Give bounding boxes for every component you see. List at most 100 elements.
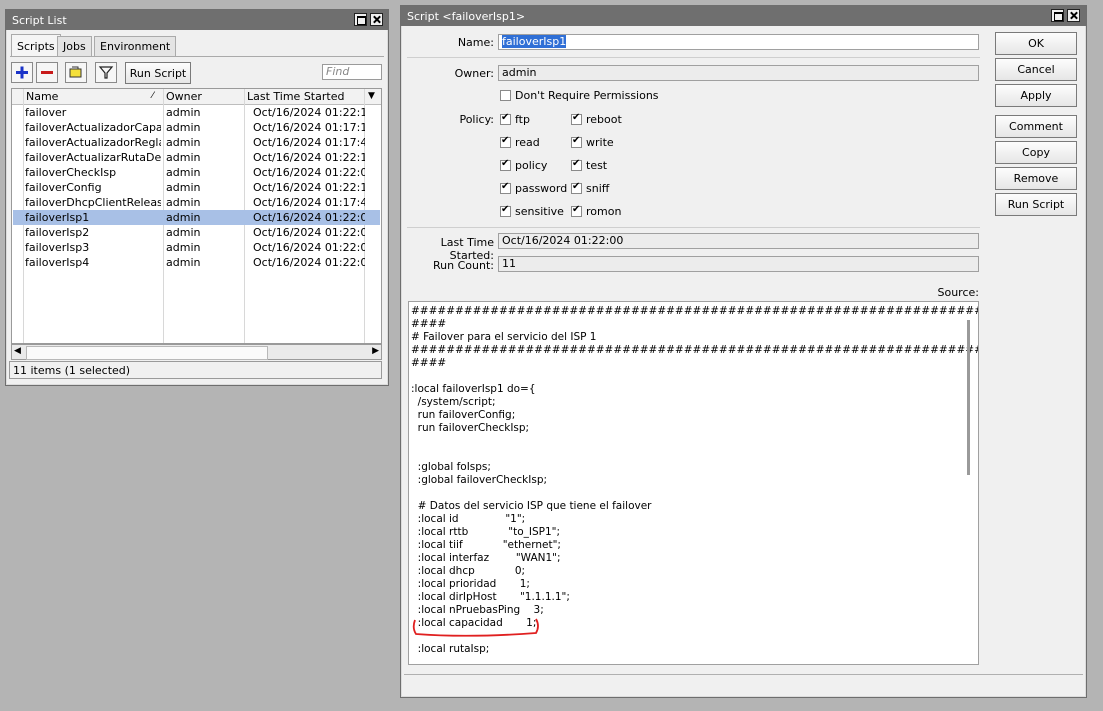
cell-last-time-started: Oct/16/2024 01:17:15 (253, 121, 365, 134)
table-row[interactable]: failoverActualizadorReglas... admin Oct/16… (13, 135, 380, 150)
table-row[interactable]: failoverIsp2 admin Oct/16/2024 01:22:00 (13, 225, 380, 240)
policy-sniff-checkbox[interactable] (571, 181, 582, 194)
cell-last-time-started: Oct/16/2024 01:17:45 (253, 136, 365, 149)
apply-button[interactable]: Apply (995, 84, 1077, 107)
policy-write-checkbox[interactable] (571, 135, 582, 148)
maximize-icon[interactable] (1051, 9, 1064, 22)
maximize-icon[interactable] (354, 13, 367, 26)
policy-sensitive-label: sensitive (515, 205, 564, 218)
policy-ftp-label: ftp (515, 113, 530, 126)
cell-owner: admin (166, 196, 201, 209)
cell-owner: admin (166, 151, 201, 164)
table-row[interactable]: failoverIsp3 admin Oct/16/2024 01:22:00 (13, 240, 380, 255)
cell-name: failoverIsp4 (25, 256, 90, 269)
editor-status-bar (404, 674, 1083, 695)
run-count-field[interactable]: 11 (498, 256, 979, 272)
divider (407, 57, 980, 58)
owner-field[interactable]: admin (498, 65, 979, 81)
cell-name: failover (25, 106, 67, 119)
dont-require-permissions-checkbox[interactable] (500, 90, 511, 101)
divider (407, 227, 980, 228)
cell-owner: admin (166, 136, 201, 149)
remove-button[interactable] (36, 62, 58, 83)
copy-button[interactable]: Copy (995, 141, 1077, 164)
cell-owner: admin (166, 121, 201, 134)
status-bar: 11 items (1 selected) (9, 361, 382, 379)
cancel-button[interactable]: Cancel (995, 58, 1077, 81)
tab-environment[interactable]: Environment (94, 36, 177, 56)
cell-name: failoverActualizadorCapaci... (25, 121, 161, 134)
source-label: Source: (937, 286, 980, 299)
policy-test-checkbox[interactable] (571, 158, 582, 171)
ok-button[interactable]: OK (995, 32, 1077, 55)
run-script-button[interactable]: Run Script (125, 62, 191, 84)
script-list-titlebar[interactable]: Script List (6, 10, 388, 30)
policy-reboot-label: reboot (586, 113, 622, 126)
name-field[interactable]: failoverIsp1 (498, 34, 979, 50)
table-row[interactable]: failoverDhcpClientRelease admin Oct/16/202… (13, 195, 380, 210)
table-row[interactable]: failoverActualizarRutaDefe... admin Oct/16… (13, 150, 380, 165)
name-label: Name: (457, 36, 494, 49)
cell-last-time-started: Oct/16/2024 01:22:00 (253, 166, 365, 179)
cell-last-time-started: Oct/16/2024 01:22:00 (253, 226, 365, 239)
scroll-left-icon[interactable]: ◀ (14, 346, 21, 356)
comment-button[interactable] (65, 62, 87, 83)
table-row[interactable]: failoverActualizadorCapaci... admin Oct/16… (13, 120, 380, 135)
policy-password-checkbox[interactable] (500, 181, 511, 194)
cell-owner: admin (166, 256, 201, 269)
cell-last-time-started: Oct/16/2024 01:22:15 (253, 106, 365, 119)
last-time-started-field[interactable]: Oct/16/2024 01:22:00 (498, 233, 979, 249)
close-icon[interactable] (1067, 9, 1080, 22)
column-name[interactable]: Name (26, 90, 58, 103)
cell-last-time-started: Oct/16/2024 01:22:00 (253, 211, 365, 224)
cell-name: failoverActualizarRutaDefe... (25, 151, 161, 164)
source-editor[interactable]: ########################################… (408, 301, 979, 665)
scripts-table: Name ⁄ Owner Last Time Started ▼ failove… (11, 88, 382, 344)
table-row[interactable]: failoverIsp4 admin Oct/16/2024 01:22:00 (13, 255, 380, 270)
name-value: failoverIsp1 (502, 35, 567, 48)
policy-read-checkbox[interactable] (500, 135, 511, 148)
sort-icon: ⁄ (152, 91, 154, 101)
script-editor-titlebar[interactable]: Script <failoverIsp1> (401, 6, 1086, 26)
scroll-thumb[interactable] (26, 346, 268, 360)
column-last-time-started[interactable]: Last Time Started (247, 90, 344, 103)
table-row[interactable]: failover admin Oct/16/2024 01:22:15 (13, 105, 380, 120)
run-script-button[interactable]: Run Script (995, 193, 1077, 216)
cell-last-time-started: Oct/16/2024 01:22:00 (253, 256, 365, 269)
comment-button[interactable]: Comment (995, 115, 1077, 138)
policy-reboot-checkbox[interactable] (571, 112, 582, 125)
table-row[interactable]: failoverCheckIsp admin Oct/16/2024 01:22:0… (13, 165, 380, 180)
cell-owner: admin (166, 241, 201, 254)
policy-romon-checkbox[interactable] (571, 204, 582, 217)
cell-owner: admin (166, 226, 201, 239)
find-input[interactable]: Find (322, 64, 382, 80)
remove-button[interactable]: Remove (995, 167, 1077, 190)
minus-icon (41, 71, 53, 74)
policy-ftp-checkbox[interactable] (500, 112, 511, 125)
column-owner[interactable]: Owner (166, 90, 202, 103)
table-row[interactable]: failoverConfig admin Oct/16/2024 01:22:15 (13, 180, 380, 195)
cell-name: failoverConfig (25, 181, 102, 194)
table-row[interactable]: failoverIsp1 admin Oct/16/2024 01:22:00 (13, 210, 380, 225)
policy-read-label: read (515, 136, 540, 149)
dont-require-permissions-label: Don't Require Permissions (515, 89, 659, 102)
policy-policy-checkbox[interactable] (500, 158, 511, 171)
policy-romon-label: romon (586, 205, 622, 218)
plus-icon (16, 66, 28, 79)
close-icon[interactable] (370, 13, 383, 26)
add-button[interactable] (11, 62, 33, 83)
scroll-right-icon[interactable]: ▶ (372, 346, 379, 356)
cell-name: failoverIsp2 (25, 226, 90, 239)
cell-name: failoverCheckIsp (25, 166, 117, 179)
cell-owner: admin (166, 106, 201, 119)
horizontal-scrollbar[interactable]: ◀ ▶ (11, 344, 382, 360)
column-menu-icon[interactable]: ▼ (368, 91, 375, 101)
tab-jobs[interactable]: Jobs (57, 36, 92, 56)
script-list-title: Script List (12, 14, 67, 27)
policy-test-label: test (586, 159, 608, 172)
tab-divider (10, 56, 384, 57)
filter-button[interactable] (95, 62, 117, 83)
filter-icon (98, 66, 114, 79)
policy-sensitive-checkbox[interactable] (500, 204, 511, 217)
tab-scripts[interactable]: Scripts (11, 34, 61, 57)
